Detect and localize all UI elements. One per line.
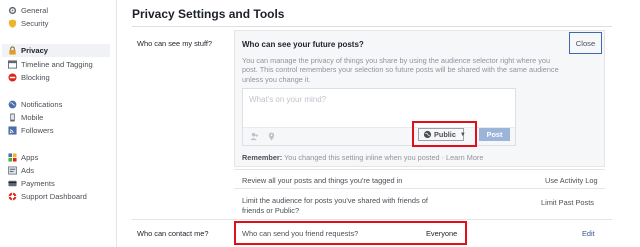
panel-description: You can manage the privacy of things you… (242, 56, 559, 84)
audience-selector[interactable]: Public ▼ (418, 128, 466, 141)
sidebar-item-timeline[interactable]: Timeline and Tagging (8, 58, 93, 71)
tag-friends-icon[interactable] (250, 132, 259, 141)
sidebar-item-blocking[interactable]: Blocking (8, 71, 50, 84)
sidebar-item-payments[interactable]: Payments (8, 177, 55, 190)
activity-log-link[interactable]: Use Activity Log (545, 176, 598, 185)
sidebar-item-privacy[interactable]: Privacy (2, 44, 110, 57)
sidebar-item-label: Apps (21, 153, 39, 162)
audience-label: Public (434, 130, 456, 139)
composer-toolbar (243, 127, 515, 145)
globe-icon (423, 130, 432, 139)
edit-link[interactable]: Edit (582, 229, 595, 238)
remember-note: Remember: You changed this setting inlin… (242, 153, 483, 162)
gear-icon (8, 6, 17, 15)
post-composer[interactable]: What's on your mind? (242, 88, 516, 146)
sidebar-item-general[interactable]: General (8, 4, 48, 17)
review-posts-text: Review all your posts and things you're … (242, 176, 403, 185)
apps-icon (8, 153, 17, 162)
settings-sidebar: General Security Privacy Timeline and Ta… (0, 0, 112, 247)
rss-icon (8, 126, 17, 135)
mobile-icon (8, 113, 17, 122)
card-icon (8, 179, 17, 188)
sidebar-item-label: Payments (21, 179, 55, 188)
lock-icon (8, 46, 17, 55)
sidebar-item-ads[interactable]: Ads (8, 164, 34, 177)
location-icon[interactable] (267, 132, 276, 141)
sidebar-item-label: Privacy (21, 46, 49, 55)
chevron-down-icon: ▼ (459, 131, 466, 138)
sidebar-item-security[interactable]: Security (8, 17, 48, 30)
block-icon (8, 73, 17, 82)
friend-requests-value: Everyone (426, 229, 458, 238)
sidebar-item-label: General (21, 6, 49, 15)
sidebar-item-label: Followers (21, 126, 54, 135)
sidebar-item-label: Notifications (21, 100, 63, 109)
sidebar-item-apps[interactable]: Apps (8, 151, 38, 164)
composer-input[interactable]: What's on your mind? (249, 95, 326, 104)
sidebar-item-label: Timeline and Tagging (21, 60, 93, 69)
row-label-contact: Who can contact me? (137, 229, 209, 238)
shield-icon (8, 19, 17, 28)
sidebar-item-label: Ads (21, 166, 35, 175)
sidebar-item-support-dashboard[interactable]: Support Dashboard (8, 190, 87, 203)
sidebar-divider (116, 0, 117, 247)
post-button[interactable]: Post (479, 128, 510, 141)
sidebar-item-notifications[interactable]: Notifications (8, 98, 62, 111)
page-title: Privacy Settings and Tools (132, 7, 285, 21)
divider (234, 169, 605, 170)
timeline-icon (8, 60, 17, 69)
remember-label: Remember: (242, 153, 283, 162)
close-button[interactable]: Close (569, 32, 602, 54)
sidebar-item-label: Mobile (21, 113, 44, 122)
limit-posts-text: Limit the audience for posts you've shar… (242, 196, 428, 215)
globe-icon (8, 100, 17, 109)
title-divider (132, 26, 612, 27)
sidebar-item-label: Support Dashboard (21, 192, 87, 201)
panel-title: Who can see your future posts? (242, 40, 364, 49)
sidebar-item-mobile[interactable]: Mobile (8, 111, 43, 124)
sidebar-item-followers[interactable]: Followers (8, 124, 54, 137)
row-label-stuff: Who can see my stuff? (137, 39, 213, 48)
lifebuoy-icon (8, 192, 17, 201)
limit-past-posts-link[interactable]: Limit Past Posts (541, 198, 594, 207)
section-divider (132, 219, 612, 220)
ads-icon (8, 166, 17, 175)
remember-text: You changed this setting inline when you… (284, 153, 484, 162)
divider (234, 188, 605, 189)
friend-requests-question: Who can send you friend requests? (242, 229, 359, 238)
sidebar-item-label: Security (21, 19, 49, 28)
sidebar-item-label: Blocking (21, 73, 50, 82)
